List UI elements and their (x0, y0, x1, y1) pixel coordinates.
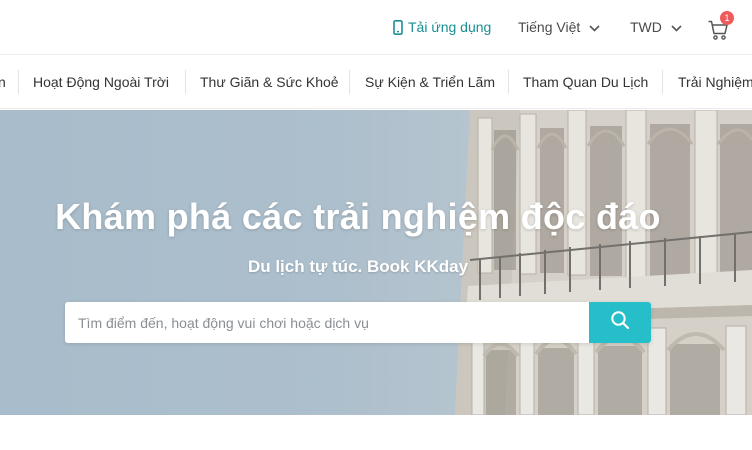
search-icon (610, 310, 630, 335)
chevron-down-icon (671, 19, 682, 35)
category-item-sightseeing[interactable]: Tham Quan Du Lịch (523, 56, 648, 108)
currency-selector[interactable]: TWD (630, 16, 682, 38)
download-app-link[interactable]: Tải ứng dụng (393, 16, 491, 38)
language-selector[interactable]: Tiếng Việt (518, 16, 600, 38)
hero-title: Khám phá các trải nghiệm độc đáo (55, 196, 661, 237)
phone-icon (393, 19, 403, 35)
search-bar (65, 302, 651, 343)
category-item-events[interactable]: Sự Kiện & Triển Lãm (365, 56, 495, 108)
category-divider (508, 70, 509, 94)
category-item-experiences[interactable]: Trải Nghiệm (678, 56, 752, 108)
category-divider (18, 70, 19, 94)
category-item-outdoor[interactable]: Hoạt Động Ngoài Trời (33, 56, 169, 108)
category-nav: n Hoạt Động Ngoài Trời Thư Giãn & Sức Kh… (0, 56, 752, 109)
top-utility-bar: Tải ứng dụng Tiếng Việt TWD 1 (0, 0, 752, 55)
language-label: Tiếng Việt (518, 19, 581, 35)
currency-label: TWD (630, 19, 662, 35)
cart-button[interactable]: 1 (707, 11, 734, 41)
category-divider (662, 70, 663, 94)
search-input[interactable] (65, 302, 589, 343)
hero-banner: Khám phá các trải nghiệm độc đáo Du lịch… (0, 110, 752, 415)
category-item[interactable]: n (0, 56, 6, 108)
search-button[interactable] (589, 302, 651, 343)
download-app-label: Tải ứng dụng (408, 19, 492, 35)
chevron-down-icon (589, 19, 600, 35)
cart-count-badge: 1 (720, 11, 734, 25)
hero-subtitle: Du lịch tự túc. Book KKday (247, 257, 469, 276)
category-divider (185, 70, 186, 94)
category-item-wellness[interactable]: Thư Giãn & Sức Khoẻ (200, 56, 339, 108)
category-divider (349, 70, 350, 94)
